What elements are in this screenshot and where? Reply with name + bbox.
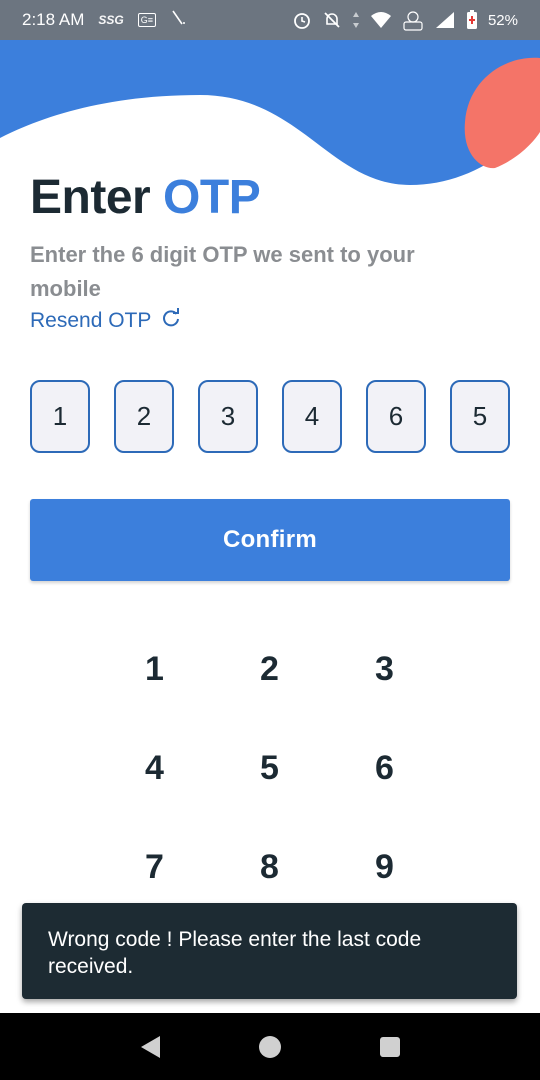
status-left: 2:18 AM SSG G≡ [22,9,188,32]
refresh-icon [161,308,181,334]
alarm-icon [292,10,312,30]
battery-percent: 52% [487,11,518,29]
subtitle: Enter the 6 digit OTP we sent to your mo… [30,242,415,301]
recents-icon[interactable] [370,1027,410,1067]
status-bar: 2:18 AM SSG G≡ 52% [0,0,540,40]
signal-icon [434,11,456,29]
confirm-button[interactable]: Confirm [30,499,510,581]
otp-screen: 2:18 AM SSG G≡ 52% Enter OTP Enter the 6… [0,0,540,1080]
mute-icon [322,10,342,30]
otp-digit-4[interactable]: 4 [282,380,342,453]
stylus-icon [170,9,188,32]
title-prefix: Enter [30,171,151,224]
system-nav-bar [0,1013,540,1080]
page-title: Enter OTP [30,170,261,225]
otp-digit-1[interactable]: 1 [30,380,90,453]
app-tag: G≡ [137,13,156,27]
key-1[interactable]: 1 [97,620,212,719]
key-3[interactable]: 3 [327,620,442,719]
key-6[interactable]: 6 [327,719,442,818]
error-snackbar: Wrong code ! Please enter the last code … [22,903,517,999]
otp-digit-2[interactable]: 2 [114,380,174,453]
key-5[interactable]: 5 [212,719,327,818]
back-icon[interactable] [130,1027,170,1067]
status-time: 2:18 AM [22,10,85,29]
title-accent: OTP [163,171,261,224]
volte-icon [402,9,424,31]
otp-input-row: 1 2 3 4 6 5 [30,380,510,453]
resend-otp-link[interactable]: Resend OTP [30,308,181,334]
battery-icon [466,10,478,30]
numeric-keypad: 1 2 3 4 5 6 7 8 9 [97,620,442,917]
wifi-icon [370,11,392,29]
resend-label: Resend OTP [30,309,152,332]
otp-digit-3[interactable]: 3 [198,380,258,453]
key-4[interactable]: 4 [97,719,212,818]
key-2[interactable]: 2 [212,620,327,719]
carrier-tag: SSG [98,13,124,27]
data-arrows-icon [352,11,360,29]
home-icon[interactable] [250,1027,290,1067]
otp-digit-5[interactable]: 6 [366,380,426,453]
otp-digit-6[interactable]: 5 [450,380,510,453]
status-right: 52% [292,9,518,31]
